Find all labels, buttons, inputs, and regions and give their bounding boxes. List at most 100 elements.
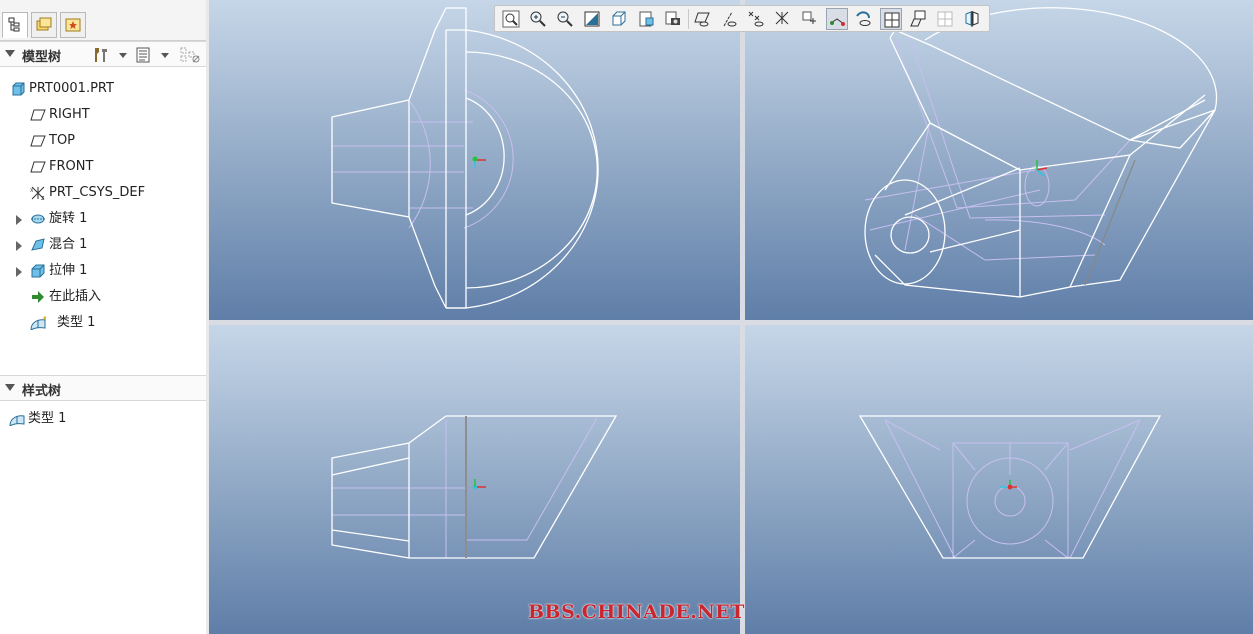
part-icon xyxy=(12,82,25,96)
tree-item-label: PRT_CSYS_DEF xyxy=(49,185,146,200)
model-wireframe-top-view xyxy=(331,7,599,309)
repaint-button[interactable] xyxy=(581,8,603,30)
tree-item-revolve[interactable]: 旋转 1 xyxy=(8,208,204,230)
expand-arrow-icon[interactable] xyxy=(16,267,22,277)
tree-item-part[interactable]: PRT0001.PRT xyxy=(8,78,204,100)
point-display-button[interactable] xyxy=(745,8,767,30)
favorites-tab-icon xyxy=(65,18,81,32)
tree-item-blend[interactable]: 混合 1 xyxy=(8,234,204,256)
style-feature-icon xyxy=(9,415,25,426)
watermark-text: BBS.CHINADE.NET xyxy=(528,601,745,623)
zoom-out-button[interactable] xyxy=(554,8,576,30)
tab-model-tree[interactable] xyxy=(2,12,28,38)
folder-browser-tab-icon xyxy=(36,17,52,31)
tree-item-label: PRT0001.PRT xyxy=(29,81,114,96)
saved-orientations-button[interactable] xyxy=(635,8,657,30)
view-manager-button[interactable] xyxy=(662,8,684,30)
curve-display-icon xyxy=(830,18,845,26)
model-wireframe-end-view xyxy=(858,415,1162,559)
tree-item-style[interactable]: 类型 1 xyxy=(8,312,204,334)
csys-icon: X Z xyxy=(30,186,45,200)
four-views-button[interactable] xyxy=(880,8,902,30)
tab-folder-browser[interactable] xyxy=(31,12,57,38)
tree-item-top[interactable]: TOP xyxy=(8,130,204,152)
graphics-toolbar xyxy=(494,5,990,32)
mirror-view-button[interactable] xyxy=(961,8,983,30)
viewport-vertical-sash[interactable] xyxy=(740,0,745,634)
spin-center-button[interactable] xyxy=(799,8,821,30)
view-manager-icon xyxy=(665,11,680,25)
expand-arrow-icon[interactable] xyxy=(16,215,22,225)
tree-item-label: RIGHT xyxy=(49,107,90,122)
style-tree-header[interactable]: 样式树 xyxy=(0,375,206,401)
viewport-top-left[interactable] xyxy=(209,0,740,320)
four-views-icon xyxy=(884,12,900,28)
viewport-bottom-right[interactable] xyxy=(745,325,1253,634)
curve-display-button[interactable] xyxy=(826,8,848,30)
model-tree-tab-icon xyxy=(8,17,20,32)
chevron-down-icon[interactable] xyxy=(119,53,127,58)
tree-item-label: 混合 1 xyxy=(49,237,88,252)
axis-display-button[interactable] xyxy=(718,8,740,30)
tree-settings-icon[interactable] xyxy=(92,46,110,64)
datum-plane-icon xyxy=(30,135,46,147)
datum-plane-icon xyxy=(30,161,46,173)
style-feature-icon xyxy=(30,316,46,330)
tree-item-label: FRONT xyxy=(49,159,94,174)
axis-display-icon xyxy=(723,11,737,27)
model-wireframe-side-view xyxy=(331,415,618,559)
repaint-icon xyxy=(584,11,600,27)
csys-display-button[interactable] xyxy=(772,8,794,30)
mirror-view-icon xyxy=(965,11,979,27)
collapse-arrow-icon[interactable] xyxy=(5,50,15,57)
model-tree-title: 模型树 xyxy=(22,50,62,65)
csys-display-icon xyxy=(775,11,789,25)
tree-item-extrude[interactable]: 拉伸 1 xyxy=(8,260,204,282)
collapse-arrow-icon[interactable] xyxy=(5,384,15,391)
refit-icon xyxy=(502,10,520,28)
show-options-icon[interactable] xyxy=(135,46,153,64)
tree-item-label: 拉伸 1 xyxy=(49,263,88,278)
tree-item-label: 旋转 1 xyxy=(49,211,88,226)
three-d-view-icon xyxy=(910,10,926,27)
zoom-in-icon xyxy=(530,11,546,27)
spin-center-icon xyxy=(802,11,816,24)
saved-orientations-icon xyxy=(639,11,654,27)
tree-filter-icon[interactable] xyxy=(180,46,200,64)
refit-button[interactable] xyxy=(500,8,522,30)
tab-favorites[interactable] xyxy=(60,12,86,38)
tree-item-insert-here[interactable]: 在此插入 xyxy=(8,286,204,308)
style-tree-item[interactable]: 类型 1 xyxy=(8,408,204,430)
plane-display-button[interactable] xyxy=(691,8,713,30)
annotation-display-icon xyxy=(856,11,871,26)
navigator-tabs xyxy=(0,0,206,41)
tree-item-label: TOP xyxy=(49,133,76,148)
tree-item-front[interactable]: FRONT xyxy=(8,156,204,178)
viewport-top-right[interactable] xyxy=(745,0,1253,320)
plane-display-icon xyxy=(694,12,710,27)
display-style-button[interactable] xyxy=(608,8,630,30)
view-layout-icon xyxy=(937,11,953,27)
tree-item-right[interactable]: RIGHT xyxy=(8,104,204,126)
tree-item-label: 在此插入 xyxy=(49,289,102,304)
model-wireframe-isometric-view xyxy=(864,7,1218,298)
viewport-horizontal-sash[interactable] xyxy=(209,320,1253,325)
display-style-icon xyxy=(612,11,626,26)
three-d-view-button[interactable] xyxy=(907,8,929,30)
tree-item-label: 类型 1 xyxy=(57,315,96,330)
view-layout-button[interactable] xyxy=(934,8,956,30)
viewport-bottom-left[interactable] xyxy=(209,325,740,634)
zoom-in-button[interactable] xyxy=(527,8,549,30)
style-tree-title: 样式树 xyxy=(22,384,62,399)
tree-item-csys[interactable]: X Z PRT_CSYS_DEF xyxy=(8,182,204,204)
blend-icon xyxy=(31,238,45,251)
chevron-down-icon[interactable] xyxy=(161,53,169,58)
model-tree-header[interactable]: 模型树 xyxy=(0,41,206,67)
svg-text:Z: Z xyxy=(41,196,45,200)
expand-arrow-icon[interactable] xyxy=(16,241,22,251)
navigator-panel: 模型树 PRT0001.PRT RIGHT TOP FRONT X Z PRT_… xyxy=(0,0,207,634)
svg-text:X: X xyxy=(30,188,34,194)
zoom-out-icon xyxy=(557,11,573,27)
extrude-icon xyxy=(31,264,45,278)
annotation-display-button[interactable] xyxy=(853,8,875,30)
